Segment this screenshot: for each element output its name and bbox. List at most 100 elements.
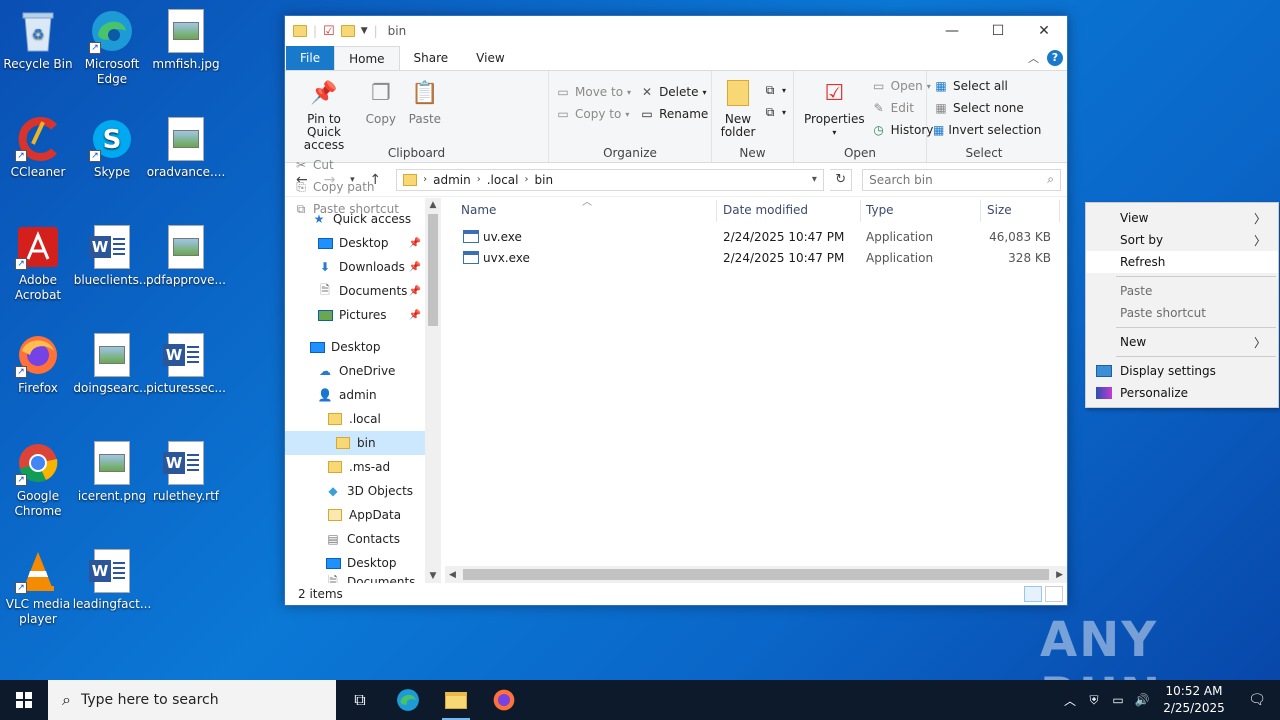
breadcrumb-separator-icon[interactable]: › [423, 174, 427, 185]
scroll-thumb[interactable] [428, 214, 438, 326]
address-dropdown-chevron-icon[interactable]: ▾ [805, 170, 823, 190]
desktop-icon-vlc[interactable]: ↗ VLC media player [0, 548, 76, 627]
menu-item-paste-shortcut[interactable]: Paste shortcut [1086, 302, 1278, 324]
refresh-icon[interactable]: ↻ [830, 168, 853, 191]
tab-home[interactable]: Home [334, 46, 400, 70]
menu-item-view[interactable]: View 〉 [1086, 207, 1278, 229]
open-button[interactable]: ▭ Open ▾ [871, 75, 934, 97]
invert-selection-button[interactable]: ▦ Invert selection [933, 119, 1041, 141]
nav-scrollbar[interactable]: ▲ ▼ [425, 198, 441, 583]
breadcrumb-separator-icon[interactable]: › [525, 174, 529, 185]
new-item-button[interactable]: ⧉ ▾ [762, 79, 786, 101]
new-folder-icon[interactable] [340, 25, 355, 37]
desktop-icon-ccleaner[interactable]: ↗ CCleaner [0, 116, 76, 180]
nav-appdata[interactable]: AppData [285, 503, 425, 527]
address-bar[interactable]: › admin › .local › bin ▾ [396, 168, 825, 191]
nav-3d-objects[interactable]: ◆ 3D Objects [285, 479, 425, 503]
breadcrumb-local[interactable]: .local [487, 173, 519, 187]
new-folder-button[interactable]: New folder [718, 75, 758, 141]
nav-onedrive[interactable]: ☁ OneDrive [285, 359, 425, 383]
paste-button[interactable]: 📋 Paste [405, 75, 445, 128]
nav-admin[interactable]: 👤 admin [285, 383, 425, 407]
nav-qa-documents[interactable]: 🗎 Documents 📌 [285, 279, 425, 303]
desktop-icon-acrobat[interactable]: ↗ Adobe Acrobat [0, 224, 76, 303]
copy-path-button[interactable]: ⎘ Copy path [293, 176, 399, 198]
desktop-icon-pdfapprove[interactable]: pdfapprove... [146, 224, 226, 288]
show-hidden-icons-chevron-icon[interactable]: ︿ [1058, 692, 1082, 709]
nav-qa-desktop[interactable]: Desktop 📌 [285, 231, 425, 255]
menu-item-sort-by[interactable]: Sort by 〉 [1086, 229, 1278, 251]
desktop-icon-doingsearch[interactable]: doingsearc... [73, 332, 151, 396]
scroll-up-chevron-icon[interactable]: ▲ [425, 200, 441, 210]
easy-access-button[interactable]: ⧉ ▾ [762, 101, 786, 123]
menu-item-paste[interactable]: Paste [1086, 280, 1278, 302]
desktop-icon-skype[interactable]: S ↗ Skype [74, 116, 150, 180]
desktop-icon-firefox[interactable]: ↗ Firefox [0, 332, 76, 396]
nav-qa-pictures[interactable]: Pictures 📌 [285, 303, 425, 327]
nav-contacts[interactable]: ▤ Contacts [285, 527, 425, 551]
tab-share[interactable]: Share [400, 46, 463, 70]
menu-item-display-settings[interactable]: Display settings [1086, 360, 1278, 382]
edit-button[interactable]: ✎ Edit [871, 97, 934, 119]
volume-icon[interactable]: 🔊 [1130, 693, 1154, 707]
customize-toolbar-chevron-icon[interactable]: ▼ [361, 26, 368, 36]
column-type[interactable]: Type [866, 203, 894, 217]
scroll-right-chevron-icon[interactable]: ▶ [1056, 570, 1063, 580]
breadcrumb-separator-icon[interactable]: › [477, 174, 481, 185]
notification-center-icon[interactable]: 🗨 [1234, 692, 1280, 708]
history-button[interactable]: ◷ History [871, 119, 933, 141]
task-view-button[interactable]: ⧉ [336, 680, 384, 720]
column-date-modified[interactable]: Date modified [723, 203, 808, 217]
nav-qa-downloads[interactable]: ⬇ Downloads 📌 [285, 255, 425, 279]
desktop-icon-edge[interactable]: ↗ Microsoft Edge [74, 8, 150, 87]
close-button[interactable]: ✕ [1021, 16, 1067, 46]
nav-desktop-2[interactable]: Desktop [285, 551, 425, 575]
desktop-icon-oradvance[interactable]: oradvance.... [147, 116, 225, 180]
select-none-button[interactable]: ▦ Select none [933, 97, 1035, 119]
nav-documents-partial[interactable]: 🗎 Documents [285, 575, 425, 583]
minimize-button[interactable]: — [929, 16, 975, 46]
nav-bin[interactable]: bin [285, 431, 425, 455]
collapse-ribbon-icon[interactable]: ︿ [1028, 50, 1039, 66]
horizontal-scrollbar[interactable]: ◀ ▶ [445, 566, 1067, 583]
maximize-button[interactable]: ☐ [975, 16, 1021, 46]
menu-item-refresh[interactable]: Refresh [1086, 251, 1278, 273]
select-all-button[interactable]: ▦ Select all [933, 75, 1035, 97]
large-icons-view-icon[interactable] [1045, 586, 1063, 602]
breadcrumb-admin[interactable]: admin [433, 173, 471, 187]
title-bar[interactable]: | ☑ ▼ | bin — ☐ ✕ [285, 16, 1067, 46]
desktop-icon-chrome[interactable]: ↗ Google Chrome [0, 440, 76, 519]
properties-button[interactable]: ☑ Properties ▾ [800, 75, 869, 141]
scroll-thumb[interactable] [463, 569, 1049, 580]
clock[interactable]: 10:52 AM 2/25/2025 [1154, 683, 1234, 717]
desktop-icon-picturessec[interactable]: W picturessec... [146, 332, 226, 396]
navigation-pane[interactable]: ★ Quick access Desktop 📌 ⬇ Downloads 📌 🗎 Docu… [285, 198, 425, 583]
nav-quick-access[interactable]: ★ Quick access [285, 207, 425, 231]
tab-file[interactable]: File [286, 46, 335, 70]
delete-button[interactable]: ✕ Delete ▾ [639, 81, 708, 103]
properties-check-icon[interactable]: ☑ [323, 24, 335, 39]
copy-to-button[interactable]: ▭ Copy to ▾ [555, 103, 631, 125]
start-button[interactable] [0, 680, 48, 720]
taskbar-search-box[interactable]: ⌕ Type here to search [48, 680, 336, 720]
menu-item-new[interactable]: New 〉 [1086, 331, 1278, 353]
copy-button[interactable]: ❐ Copy [361, 75, 401, 128]
taskbar-edge-button[interactable] [384, 680, 432, 720]
tab-view[interactable]: View [462, 46, 518, 70]
scroll-left-chevron-icon[interactable]: ◀ [449, 570, 456, 580]
move-to-button[interactable]: ▭ Move to ▾ [555, 81, 631, 103]
network-icon[interactable]: ▭ [1106, 693, 1130, 707]
desktop-icon-blueclients[interactable]: W blueclients... [74, 224, 150, 288]
taskbar-firefox-button[interactable] [480, 680, 528, 720]
breadcrumb-bin[interactable]: bin [535, 173, 554, 187]
help-icon[interactable]: ? [1047, 50, 1063, 66]
details-view-icon[interactable] [1024, 586, 1042, 602]
search-input[interactable]: Search bin ⌕ [862, 168, 1061, 191]
scroll-down-chevron-icon[interactable]: ▼ [425, 571, 441, 581]
desktop-icon-icerent[interactable]: icerent.png [74, 440, 150, 504]
taskbar-file-explorer-button[interactable] [432, 680, 480, 720]
nav-local[interactable]: .local [285, 407, 425, 431]
file-row[interactable]: uvx.exe 2/24/2025 10:47 PM Application 3… [441, 248, 1067, 269]
desktop-icon-recycle-bin[interactable]: ♻ Recycle Bin [0, 8, 76, 72]
menu-item-personalize[interactable]: Personalize [1086, 382, 1278, 404]
